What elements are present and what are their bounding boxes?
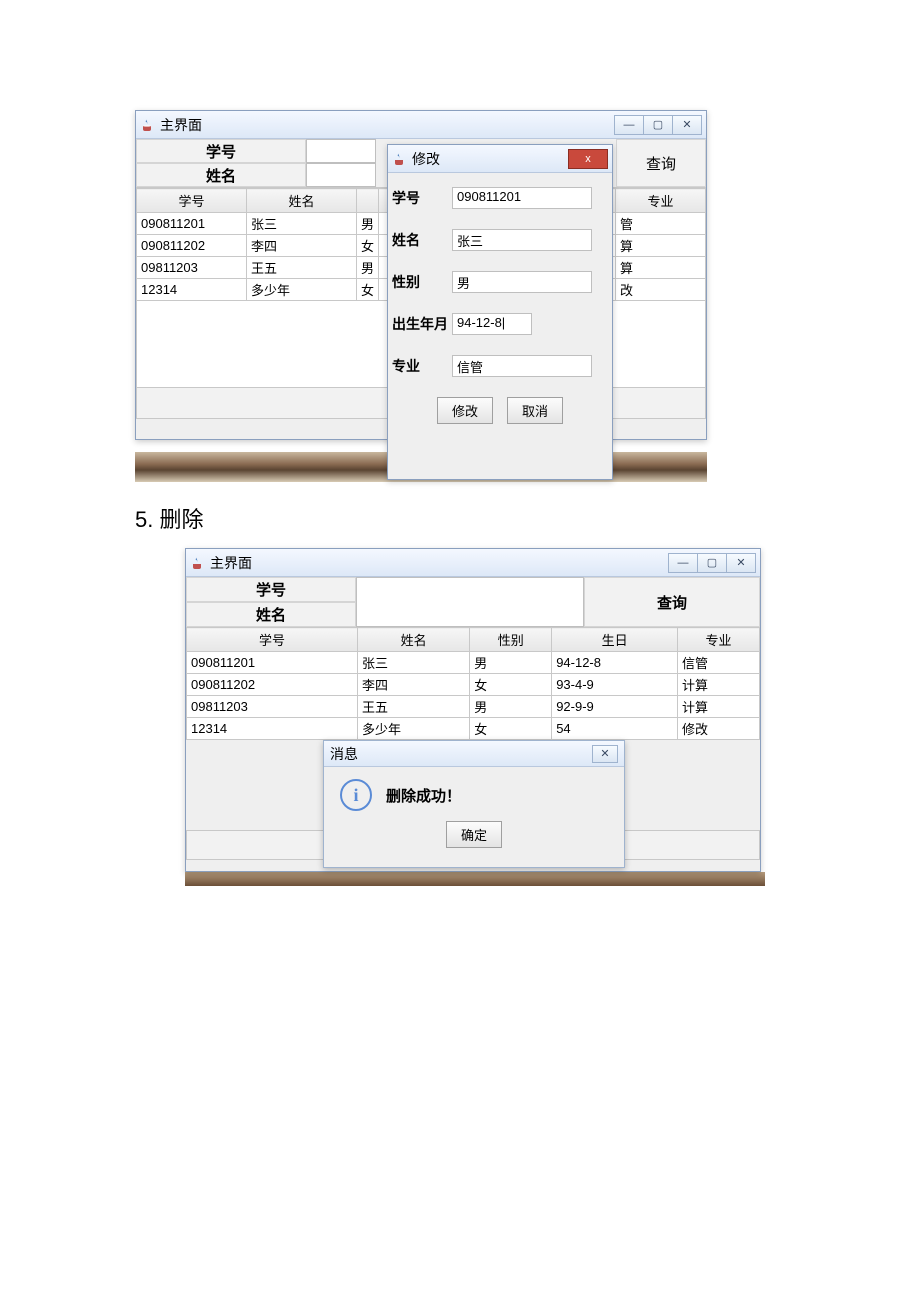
mod-input-dob[interactable]: 94-12-8| [452, 313, 532, 335]
mod-label-id: 学号 [392, 188, 452, 208]
th-name[interactable]: 姓名 [247, 189, 357, 213]
modify-titlebar[interactable]: 修改 x [388, 145, 612, 173]
mod-input-gender[interactable]: 男 [452, 271, 592, 293]
query-button[interactable]: 查询 [616, 139, 706, 187]
message-text: 删除成功！ [386, 785, 461, 806]
search-label-name: 姓名 [136, 163, 306, 187]
screenshot-delete: 主界面 — ▢ ✕ 学号 姓名 查询 [185, 548, 765, 880]
minimize-button-2[interactable]: — [668, 553, 698, 573]
section-caption: 5. 删除 [135, 502, 785, 534]
mod-input-id[interactable]: 090811201 [452, 187, 592, 209]
table-row[interactable]: 09811203王五男92-9-9计算 [187, 696, 760, 718]
info-icon: i [340, 779, 372, 811]
table-row[interactable]: 090811201张三男94-12-8信管 [187, 652, 760, 674]
message-title: 消息 [330, 744, 358, 764]
search-input-id[interactable] [306, 139, 376, 163]
mod-label-name: 姓名 [392, 230, 452, 250]
minimize-button[interactable]: — [614, 115, 644, 135]
th-major[interactable]: 专业 [616, 189, 706, 213]
th2-name[interactable]: 姓名 [358, 628, 470, 652]
table-row[interactable]: 12314多少年女54修改 [187, 718, 760, 740]
modify-ok-button[interactable]: 修改 [437, 397, 493, 424]
th2-id[interactable]: 学号 [187, 628, 358, 652]
mod-input-major[interactable]: 信管 [452, 355, 592, 377]
mod-input-name[interactable]: 张三 [452, 229, 592, 251]
search2-label-name: 姓名 [186, 602, 356, 627]
th2-major[interactable]: 专业 [678, 628, 760, 652]
titlebar[interactable]: 主界面 — ▢ ✕ [136, 111, 706, 139]
data-table-2[interactable]: 学号 姓名 性别 生日 专业 090811201张三男94-12-8信管0908… [186, 627, 760, 740]
table-wrap-2: 学号 姓名 性别 生日 专业 090811201张三男94-12-8信管0908… [186, 627, 760, 740]
close-button[interactable]: ✕ [672, 115, 702, 135]
message-titlebar[interactable]: 消息 ✕ [324, 741, 624, 767]
search-input-name[interactable] [306, 163, 376, 187]
search2-input[interactable] [356, 577, 584, 627]
message-dialog: 消息 ✕ i 删除成功！ 确定 [323, 740, 625, 868]
modify-dialog: 修改 x 学号 090811201 姓名 张三 性别 男 出生年月 94-12-… [387, 144, 613, 480]
table-row[interactable]: 090811202李四女93-4-9计算 [187, 674, 760, 696]
modify-title: 修改 [412, 149, 440, 169]
search-area-2: 学号 姓名 查询 [186, 577, 760, 627]
close-button-2[interactable]: ✕ [726, 553, 756, 573]
th-id[interactable]: 学号 [137, 189, 247, 213]
th-g[interactable] [357, 189, 379, 213]
screenshot-modify: 主界面 — ▢ ✕ 学号 姓名 [135, 110, 715, 482]
search-label-id: 学号 [136, 139, 306, 163]
query-button-2[interactable]: 查询 [584, 577, 760, 627]
message-close-button[interactable]: ✕ [592, 745, 618, 763]
modify-client: 学号 090811201 姓名 张三 性别 男 出生年月 94-12-8| 专业… [388, 173, 612, 432]
maximize-button-2[interactable]: ▢ [697, 553, 727, 573]
window-title: 主界面 [160, 115, 202, 135]
modify-cancel-button[interactable]: 取消 [507, 397, 563, 424]
search2-label-id: 学号 [186, 577, 356, 602]
java-cup-icon [190, 555, 206, 571]
java-cup-icon [140, 117, 156, 133]
decorative-strip-2 [185, 872, 765, 886]
th2-gender[interactable]: 性别 [470, 628, 552, 652]
modify-close-button[interactable]: x [568, 149, 608, 169]
titlebar-2[interactable]: 主界面 — ▢ ✕ [186, 549, 760, 577]
java-cup-icon [392, 151, 408, 167]
message-ok-button[interactable]: 确定 [446, 821, 502, 848]
mod-label-major: 专业 [392, 356, 452, 376]
mod-label-dob: 出生年月 [392, 314, 452, 334]
maximize-button[interactable]: ▢ [643, 115, 673, 135]
window-title-2: 主界面 [210, 553, 252, 573]
mod-label-gender: 性别 [392, 272, 452, 292]
th2-dob[interactable]: 生日 [552, 628, 678, 652]
